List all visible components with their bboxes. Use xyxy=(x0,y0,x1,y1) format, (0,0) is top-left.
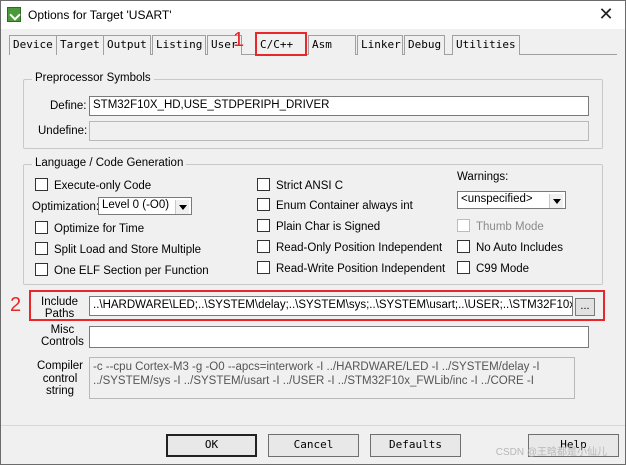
c99-mode-checkbox[interactable]: C99 Mode xyxy=(457,261,529,275)
compiler-label-line1: Compiler xyxy=(37,360,84,372)
define-label: Define: xyxy=(50,100,87,112)
tab-debug[interactable]: Debug xyxy=(404,35,446,55)
warnings-value: <unspecified> xyxy=(461,193,533,205)
include-paths-label: Include Paths xyxy=(41,296,78,320)
tab-bar: Device Target Output Listing User C/C++ … xyxy=(9,32,617,56)
warnings-label: Warnings: xyxy=(457,171,509,183)
language-group-title: Language / Code Generation xyxy=(32,157,187,169)
split-load-label: Split Load and Store Multiple xyxy=(54,244,202,256)
optimization-select[interactable]: Level 0 (-O0) xyxy=(98,197,192,215)
optimize-time-checkbox[interactable]: Optimize for Time xyxy=(35,221,144,235)
one-elf-checkbox[interactable]: One ELF Section per Function xyxy=(35,263,209,277)
readwrite-pos-label: Read-Write Position Independent xyxy=(276,263,446,275)
thumb-mode-label: Thumb Mode xyxy=(476,221,544,233)
checkbox-box xyxy=(457,240,470,253)
tab-device[interactable]: Device xyxy=(9,35,57,55)
enum-container-checkbox[interactable]: Enum Container always int xyxy=(257,198,413,212)
chevron-down-icon xyxy=(175,200,189,214)
compiler-label-line2: control xyxy=(42,372,78,385)
close-button[interactable]: ✕ xyxy=(595,4,617,26)
undefine-label: Undefine: xyxy=(38,125,88,137)
define-input[interactable]: STM32F10X_HD,USE_STDPERIPH_DRIVER xyxy=(89,96,589,116)
enum-container-label: Enum Container always int xyxy=(276,200,413,212)
split-load-checkbox[interactable]: Split Load and Store Multiple xyxy=(35,242,201,256)
tab-linker[interactable]: Linker xyxy=(357,35,403,55)
tab-output[interactable]: Output xyxy=(103,35,151,55)
include-label-line2: Paths xyxy=(44,308,75,320)
optimization-label: Optimization: xyxy=(32,201,100,213)
readonly-pos-label: Read-Only Position Independent xyxy=(276,242,443,254)
cancel-button[interactable]: Cancel xyxy=(268,434,359,457)
ok-button[interactable]: OK xyxy=(166,434,257,457)
plain-char-checkbox[interactable]: Plain Char is Signed xyxy=(257,219,380,233)
thumb-mode-checkbox[interactable]: Thumb Mode xyxy=(457,219,544,233)
no-auto-includes-checkbox[interactable]: No Auto Includes xyxy=(457,240,563,254)
readonly-pos-checkbox[interactable]: Read-Only Position Independent xyxy=(257,240,442,254)
checkbox-box xyxy=(257,240,270,253)
one-elf-label: One ELF Section per Function xyxy=(54,265,209,277)
strict-ansi-label: Strict ANSI C xyxy=(276,180,344,192)
compiler-control-label: Compiler control string xyxy=(37,360,83,398)
tab-listing[interactable]: Listing xyxy=(152,35,207,55)
checkbox-box xyxy=(257,198,270,211)
keil-app-icon xyxy=(7,7,21,22)
optimization-value: Level 0 (-O0) xyxy=(102,199,170,211)
checkbox-box xyxy=(35,178,48,191)
include-label-line1: Include xyxy=(41,296,79,308)
divider xyxy=(1,425,625,426)
optimize-time-label: Optimize for Time xyxy=(54,223,145,235)
undefine-input[interactable] xyxy=(89,121,589,141)
compiler-string-line2: ../SYSTEM/sys -I ../SYSTEM/usart -I ../U… xyxy=(93,375,534,387)
warnings-select[interactable]: <unspecified> xyxy=(457,191,566,209)
misc-label-line1: Misc xyxy=(50,324,75,336)
window-title: Options for Target 'USART' xyxy=(28,8,172,22)
preprocessor-group-title: Preprocessor Symbols xyxy=(32,72,154,84)
misc-label-line2: Controls xyxy=(41,336,84,348)
checkbox-box xyxy=(257,178,270,191)
plain-char-label: Plain Char is Signed xyxy=(276,221,381,233)
execute-only-checkbox[interactable]: Execute-only Code xyxy=(35,178,151,192)
csdn-watermark: CSDN @王晗都是小仙儿 xyxy=(495,447,607,458)
compiler-string-line1: -c --cpu Cortex-M3 -g -O0 --apcs=interwo… xyxy=(93,361,540,373)
strict-ansi-checkbox[interactable]: Strict ANSI C xyxy=(257,178,343,192)
include-paths-input[interactable]: ..\HARDWARE\LED;..\SYSTEM\delay;..\SYSTE… xyxy=(89,296,573,316)
checkbox-box xyxy=(35,242,48,255)
tab-utilities[interactable]: Utilities xyxy=(452,35,520,55)
execute-only-label: Execute-only Code xyxy=(54,180,152,192)
compiler-label-line3: string xyxy=(45,385,75,397)
tab-asm[interactable]: Asm xyxy=(308,35,356,55)
misc-controls-label: Misc Controls xyxy=(41,324,84,348)
include-paths-browse-button[interactable]: ... xyxy=(575,298,595,316)
no-auto-includes-label: No Auto Includes xyxy=(476,242,563,254)
checkbox-box xyxy=(35,221,48,234)
checkbox-box xyxy=(457,219,470,232)
tab-c-cpp[interactable]: C/C++ xyxy=(255,32,307,56)
readwrite-pos-checkbox[interactable]: Read-Write Position Independent xyxy=(257,261,445,275)
compiler-control-string[interactable]: -c --cpu Cortex-M3 -g -O0 --apcs=interwo… xyxy=(89,357,575,399)
c99-mode-label: C99 Mode xyxy=(476,263,530,275)
defaults-button[interactable]: Defaults xyxy=(370,434,461,457)
checkbox-box xyxy=(257,219,270,232)
checkbox-box xyxy=(35,263,48,276)
annotation-number-2: 2 xyxy=(10,294,22,316)
chevron-down-icon xyxy=(549,194,563,208)
misc-controls-input[interactable] xyxy=(89,326,589,348)
title-bar: Options for Target 'USART' ✕ xyxy=(1,1,625,29)
options-dialog: Options for Target 'USART' ✕ Device Targ… xyxy=(0,0,626,465)
checkbox-box xyxy=(257,261,270,274)
tab-target[interactable]: Target xyxy=(56,35,104,55)
annotation-number-1: 1 xyxy=(233,29,245,51)
checkbox-box xyxy=(457,261,470,274)
